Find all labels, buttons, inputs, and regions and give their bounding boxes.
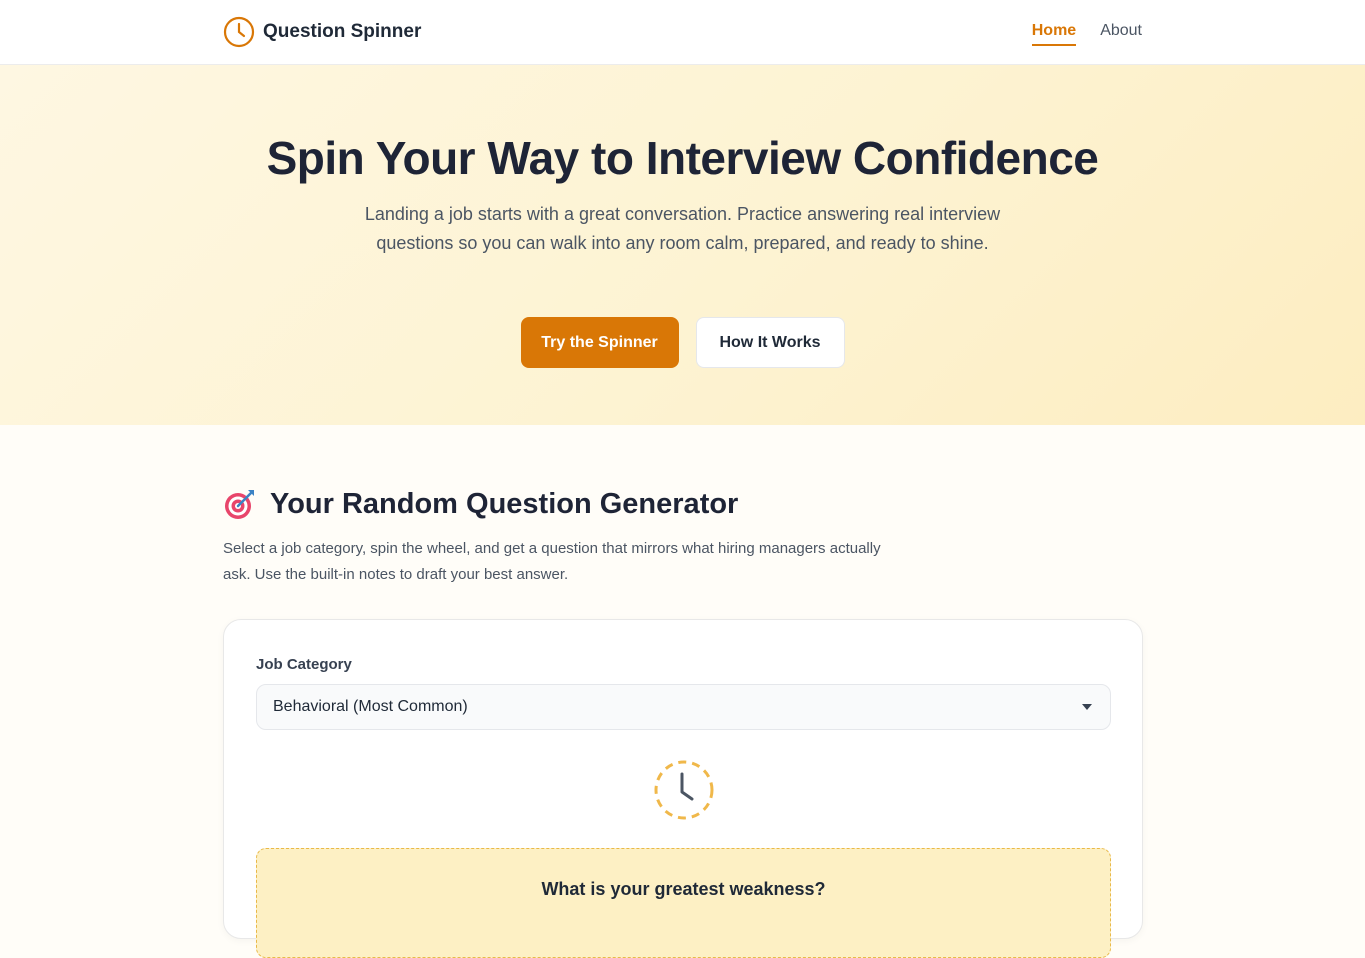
clock-spinner-icon[interactable] bbox=[652, 758, 716, 822]
brand-name: Question Spinner bbox=[263, 21, 422, 42]
clock-icon bbox=[223, 16, 255, 48]
nav-about-link[interactable]: About bbox=[1100, 22, 1142, 46]
job-category-select[interactable]: Behavioral (Most Common) bbox=[256, 684, 1111, 730]
chevron-down-icon bbox=[1082, 704, 1092, 710]
brand-logo[interactable]: Question Spinner bbox=[223, 16, 421, 48]
hero-section: Spin Your Way to Interview Confidence La… bbox=[0, 65, 1365, 425]
hero-buttons: Try the Spinner How It Works bbox=[0, 317, 1365, 368]
job-category-value: Behavioral (Most Common) bbox=[273, 698, 468, 715]
main-nav: Home About bbox=[1031, 22, 1142, 46]
generator-title: Your Random Question Generator bbox=[270, 487, 739, 520]
how-it-works-button[interactable]: How It Works bbox=[695, 317, 845, 368]
hero-subtitle: Landing a job starts with a great conver… bbox=[364, 204, 1001, 253]
try-spinner-button[interactable]: Try the Spinner bbox=[520, 317, 679, 368]
hero-title: Spin Your Way to Interview Confidence bbox=[266, 132, 1099, 184]
job-category-label: Job Category bbox=[256, 656, 352, 673]
generator-heading: Your Random Question Generator bbox=[223, 487, 738, 521]
generator-description: Select a job category, spin the wheel, a… bbox=[223, 540, 881, 583]
generator-card: Job Category Behavioral (Most Common) Wh… bbox=[223, 619, 1143, 958]
nav-home-link[interactable]: Home bbox=[1031, 22, 1077, 46]
top-navigation-bar: Question Spinner Home About bbox=[0, 0, 1365, 65]
question-display: What is your greatest weakness? bbox=[256, 848, 1111, 958]
question-text: What is your greatest weakness? bbox=[541, 879, 826, 899]
target-dart-icon bbox=[225, 490, 254, 519]
